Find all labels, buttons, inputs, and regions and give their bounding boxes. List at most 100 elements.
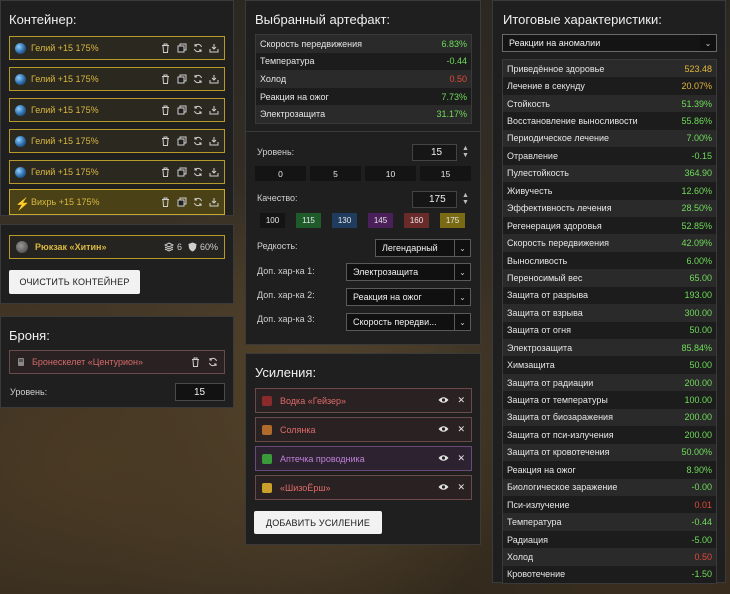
level-preset-button[interactable]: 5 bbox=[310, 166, 361, 181]
add-boost-button[interactable]: ДОБАВИТЬ УСИЛЕНИЕ bbox=[254, 511, 382, 534]
refresh-icon[interactable] bbox=[192, 197, 203, 208]
quality-preset-button[interactable]: 100 bbox=[260, 213, 285, 228]
boost-item-icon bbox=[262, 453, 272, 464]
quality-preset-button[interactable]: 160 bbox=[404, 213, 429, 228]
stat-value: -0.44 bbox=[446, 56, 467, 67]
clear-container-button[interactable]: ОЧИСТИТЬ КОНТЕЙНЕР bbox=[9, 270, 140, 294]
container-slot[interactable]: Гелий +15 175% bbox=[9, 129, 225, 153]
container-slot[interactable]: Гелий +15 175% bbox=[9, 98, 225, 122]
delete-icon[interactable] bbox=[160, 197, 171, 208]
armor-item[interactable]: Бронескелет «Центурион» bbox=[9, 350, 225, 374]
copy-icon[interactable] bbox=[176, 74, 187, 85]
summary-stat-row: Выносливость 6.00% bbox=[503, 251, 716, 270]
download-icon[interactable] bbox=[208, 167, 219, 178]
level-spinner[interactable]: ▲ ▼ bbox=[462, 145, 469, 159]
close-icon[interactable]: ✕ bbox=[457, 424, 465, 435]
copy-icon[interactable] bbox=[176, 136, 187, 147]
summary-stat-row: Регенерация здоровья 52.85% bbox=[503, 216, 716, 235]
extra2-select[interactable]: Реакция на ожог ⌄ bbox=[346, 288, 471, 306]
quality-preset-button[interactable]: 115 bbox=[296, 213, 321, 228]
stat-name: Восстановление выносливости bbox=[507, 116, 638, 127]
level-preset-button[interactable]: 15 bbox=[420, 166, 471, 181]
download-icon[interactable] bbox=[208, 43, 219, 54]
download-icon[interactable] bbox=[208, 197, 219, 208]
refresh-icon[interactable] bbox=[192, 136, 203, 147]
refresh-icon[interactable] bbox=[192, 43, 203, 54]
stat-name: Периодическое лечение bbox=[507, 133, 609, 144]
download-icon[interactable] bbox=[208, 105, 219, 116]
chevron-down-icon: ⌄ bbox=[454, 289, 470, 305]
refresh-icon[interactable] bbox=[207, 357, 218, 368]
close-icon[interactable]: ✕ bbox=[457, 395, 465, 406]
delete-icon[interactable] bbox=[190, 357, 201, 368]
refresh-icon[interactable] bbox=[192, 167, 203, 178]
quality-input[interactable]: 175 bbox=[412, 191, 457, 208]
delete-icon[interactable] bbox=[160, 136, 171, 147]
stat-name: Лечение в секунду bbox=[507, 81, 585, 92]
close-icon[interactable]: ✕ bbox=[457, 453, 465, 464]
container-title: Контейнер: bbox=[9, 12, 77, 27]
chevron-down-icon: ⌄ bbox=[454, 240, 470, 256]
container-slot[interactable]: Гелий +15 175% bbox=[9, 160, 225, 184]
delete-icon[interactable] bbox=[160, 167, 171, 178]
stat-name: Выносливость bbox=[507, 255, 568, 266]
helium-artifact-icon bbox=[15, 104, 26, 116]
refresh-icon[interactable] bbox=[192, 74, 203, 85]
summary-filter-select[interactable]: Реакции на аномалии ⌄ bbox=[502, 34, 717, 52]
stat-name: Химзащита bbox=[507, 360, 555, 371]
summary-filter-value: Реакции на аномалии bbox=[509, 38, 601, 48]
slot-label: Гелий +15 175% bbox=[31, 136, 99, 146]
backpack-item[interactable]: Рюкзак «Хитин» 6 60% bbox=[9, 235, 225, 259]
copy-icon[interactable] bbox=[176, 167, 187, 178]
quality-preset-button[interactable]: 145 bbox=[368, 213, 393, 228]
container-slot[interactable]: Гелий +15 175% bbox=[9, 67, 225, 91]
rarity-select[interactable]: Легендарный ⌄ bbox=[375, 239, 471, 257]
eye-icon[interactable] bbox=[438, 425, 449, 435]
summary-stat-row: Холод 0.50 bbox=[503, 548, 716, 566]
copy-icon[interactable] bbox=[176, 197, 187, 208]
stat-name: Реакция на ожог bbox=[260, 91, 329, 102]
quality-spinner[interactable]: ▲ ▼ bbox=[462, 192, 469, 206]
stat-name: Радиация bbox=[507, 534, 549, 545]
stat-name: Скорость передвижения bbox=[507, 238, 610, 249]
eye-icon[interactable] bbox=[438, 483, 449, 493]
container-slot[interactable]: ⚡ Вихрь +15 175% bbox=[9, 189, 225, 215]
delete-icon[interactable] bbox=[160, 43, 171, 54]
close-icon[interactable]: ✕ bbox=[457, 482, 465, 493]
stat-name: Температура bbox=[507, 517, 562, 528]
boost-item[interactable]: «ШизоЁрш» ✕ bbox=[255, 475, 472, 500]
eye-icon[interactable] bbox=[438, 396, 449, 406]
artifact-stat-row: Реакция на ожог 7.73% bbox=[256, 87, 471, 106]
summary-stat-row: Пулестойкость 364.90 bbox=[503, 164, 716, 183]
container-slot[interactable]: Гелий +15 175% bbox=[9, 36, 225, 60]
extra1-select[interactable]: Электрозащита ⌄ bbox=[346, 263, 471, 281]
summary-stat-row: Реакция на ожог 8.90% bbox=[503, 461, 716, 479]
refresh-icon[interactable] bbox=[192, 105, 203, 116]
divider bbox=[246, 131, 480, 132]
eye-icon[interactable] bbox=[438, 454, 449, 464]
artifact-title: Выбранный артефакт: bbox=[255, 12, 391, 27]
level-preset-button[interactable]: 10 bbox=[365, 166, 416, 181]
quality-preset-button[interactable]: 130 bbox=[332, 213, 357, 228]
boost-item-icon bbox=[262, 424, 272, 435]
delete-icon[interactable] bbox=[160, 74, 171, 85]
artifact-level-input[interactable]: 15 bbox=[412, 144, 457, 161]
stat-name: Защита от огня bbox=[507, 325, 571, 336]
summary-stat-row: Радиация -5.00 bbox=[503, 530, 716, 549]
boost-tools: ✕ bbox=[438, 424, 465, 435]
armor-level-input[interactable]: 15 bbox=[175, 383, 225, 401]
stat-name: Защита от разрыва bbox=[507, 290, 589, 301]
download-icon[interactable] bbox=[208, 136, 219, 147]
quality-preset-button[interactable]: 175 bbox=[440, 213, 465, 228]
download-icon[interactable] bbox=[208, 74, 219, 85]
stat-name: Защита от температуры bbox=[507, 395, 608, 406]
artifact-stats-table: Скорость передвижения 6.83% Температура -0.… bbox=[255, 34, 472, 124]
delete-icon[interactable] bbox=[160, 105, 171, 116]
boost-item[interactable]: Аптечка проводника ✕ bbox=[255, 446, 472, 471]
extra3-select[interactable]: Скорость передви... ⌄ bbox=[346, 313, 471, 331]
copy-icon[interactable] bbox=[176, 43, 187, 54]
copy-icon[interactable] bbox=[176, 105, 187, 116]
boost-item[interactable]: Водка «Гейзер» ✕ bbox=[255, 388, 472, 413]
level-preset-button[interactable]: 0 bbox=[255, 166, 306, 181]
boost-item[interactable]: Солянка ✕ bbox=[255, 417, 472, 442]
